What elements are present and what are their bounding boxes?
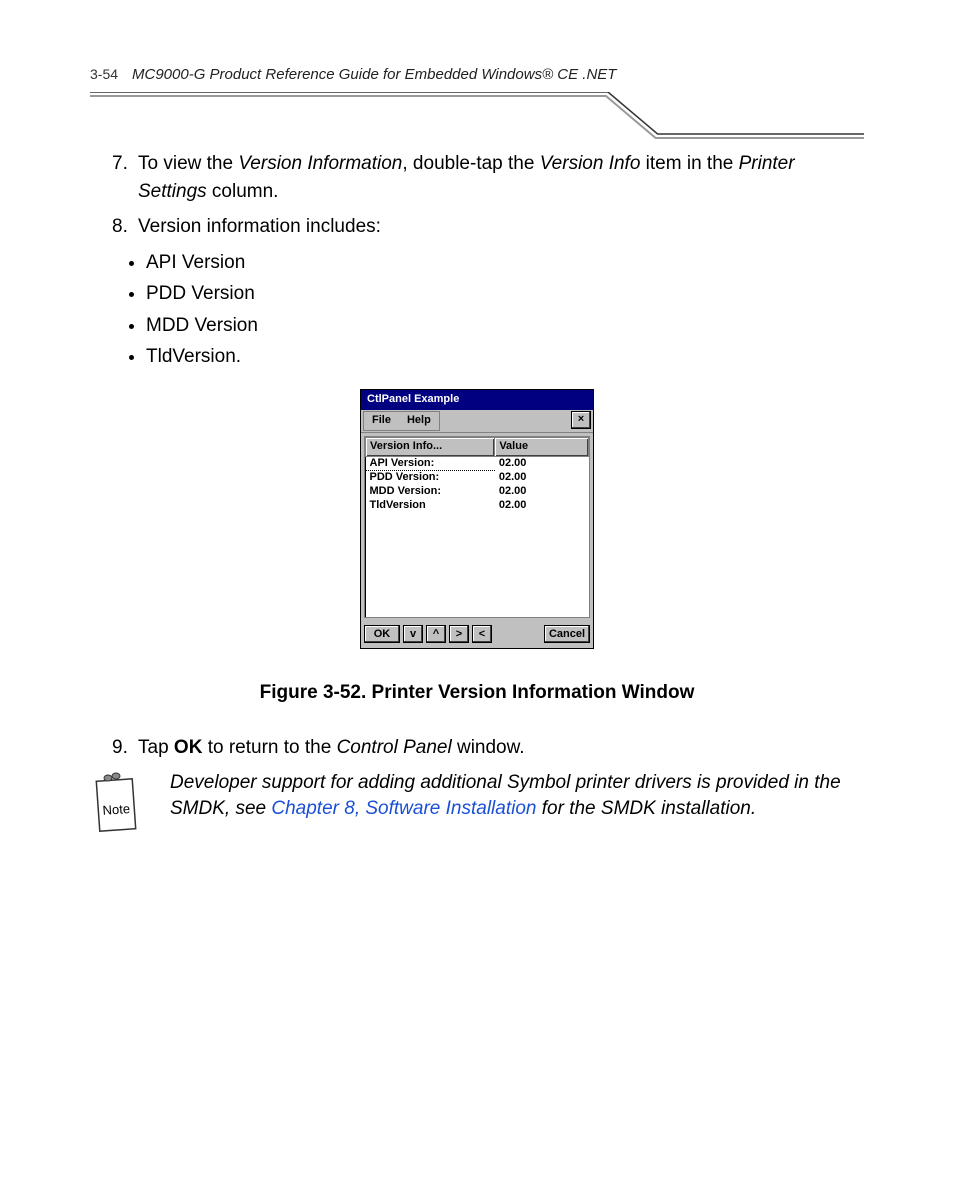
cell-key: API Version: [366, 456, 495, 471]
step-number: 8. [112, 213, 138, 241]
menu-file[interactable]: File [364, 412, 399, 430]
text-fragment: column. [207, 181, 279, 202]
step-9: 9. Tap OK to return to the Control Panel… [112, 734, 864, 762]
cell-key: MDD Version: [366, 485, 495, 499]
figure-container: CtlPanel Example File Help × Version Inf… [90, 389, 864, 649]
step-text: Tap OK to return to the Control Panel wi… [138, 734, 864, 762]
text-emphasis: Version Info [540, 153, 641, 174]
cell-value: 02.00 [495, 499, 589, 513]
button-bar: OK v ^ > < Cancel [361, 621, 593, 648]
text-fragment: for the SMDK installation. [536, 798, 756, 819]
document-title: MC9000-G Product Reference Guide for Emb… [132, 66, 616, 83]
step-number: 9. [112, 734, 138, 762]
text-emphasis: Version Information [238, 153, 402, 174]
window-title-bar: CtlPanel Example [361, 390, 593, 410]
bullet-list: API Version PDD Version MDD Version TldV… [146, 249, 864, 371]
page: 3-54 MC9000-G Product Reference Guide fo… [0, 0, 954, 1202]
step-number: 7. [112, 150, 138, 205]
menu-help[interactable]: Help [399, 412, 439, 430]
list-view: Version Info... Value API Version: 02.00… [364, 436, 590, 618]
text-fragment: window. [452, 737, 525, 758]
text-fragment: , double-tap the [402, 153, 539, 174]
content-body: 7. To view the Version Information, doub… [90, 150, 864, 840]
table-header-row: Version Info... Value [366, 437, 589, 456]
column-header[interactable]: Version Info... [366, 437, 495, 456]
text-emphasis: Control Panel [337, 737, 452, 758]
text-fragment: To view the [138, 153, 238, 174]
table-row[interactable]: API Version: 02.00 [366, 456, 589, 471]
menu-bar: File Help × [361, 410, 593, 433]
screenshot-window: CtlPanel Example File Help × Version Inf… [360, 389, 594, 649]
up-button[interactable]: ^ [426, 625, 446, 643]
step-text: Version information includes: [138, 213, 864, 241]
text-fragment: item in the [640, 153, 738, 174]
page-header: 3-54 MC9000-G Product Reference Guide fo… [90, 60, 864, 100]
cell-value: 02.00 [495, 471, 589, 485]
cell-key: PDD Version: [366, 471, 495, 485]
left-button[interactable]: < [472, 625, 492, 643]
list-item: API Version [146, 249, 864, 277]
text-fragment: Tap [138, 737, 174, 758]
step-8: 8. Version information includes: [112, 213, 864, 241]
cancel-button[interactable]: Cancel [544, 625, 590, 643]
cell-value: 02.00 [495, 485, 589, 499]
header-rule [90, 92, 864, 94]
column-header[interactable]: Value [495, 437, 589, 456]
note-block: Note Developer support for adding additi… [90, 770, 864, 840]
table-row[interactable]: TldVersion 02.00 [366, 499, 589, 513]
table-row[interactable]: MDD Version: 02.00 [366, 485, 589, 499]
cell-key: TldVersion [366, 499, 495, 513]
cross-reference-link[interactable]: Chapter 8, Software Installation [271, 798, 536, 819]
close-icon[interactable]: × [571, 411, 591, 429]
cell-value: 02.00 [495, 456, 589, 471]
step-text: To view the Version Information, double-… [138, 150, 864, 205]
ok-button[interactable]: OK [364, 625, 400, 643]
list-item: PDD Version [146, 280, 864, 308]
table-row[interactable]: PDD Version: 02.00 [366, 471, 589, 485]
step-7: 7. To view the Version Information, doub… [112, 150, 864, 205]
note-text: Developer support for adding additional … [170, 770, 864, 823]
text-fragment: to return to the [202, 737, 336, 758]
note-icon: Note [90, 766, 142, 840]
page-number: 3-54 [90, 66, 118, 82]
right-button[interactable]: > [449, 625, 469, 643]
menu-group: File Help [363, 411, 440, 431]
svg-text:Note: Note [102, 801, 130, 818]
down-button[interactable]: v [403, 625, 423, 643]
list-item: MDD Version [146, 312, 864, 340]
text-strong: OK [174, 737, 203, 758]
list-item: TldVersion. [146, 343, 864, 371]
figure-caption: Figure 3-52. Printer Version Information… [90, 679, 864, 707]
